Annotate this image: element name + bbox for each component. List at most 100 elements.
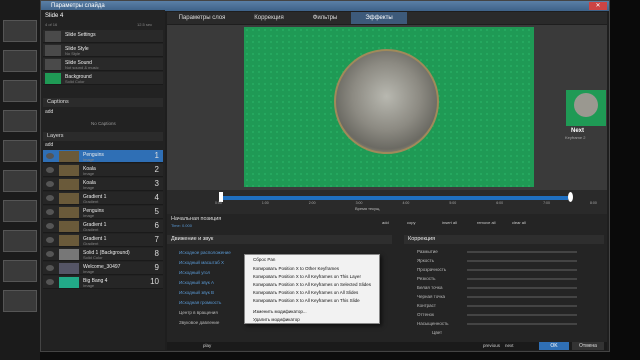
context-menu-item[interactable]: Удалить модификатор [253, 317, 300, 322]
correction-slider[interactable] [467, 314, 577, 316]
context-menu-item[interactable]: Копировать Position X to All Keyframes o… [253, 274, 361, 279]
correction-slider[interactable] [467, 305, 577, 307]
layer-row[interactable]: Penguins Image 5 [43, 206, 163, 219]
layer-row[interactable]: Koala Image 3 [43, 178, 163, 191]
timeline-tick-label: 5:00 [449, 201, 457, 205]
background-thumb [3, 260, 37, 282]
correction-slider[interactable] [467, 296, 577, 298]
next-slide-thumb[interactable] [566, 90, 606, 126]
ok-button[interactable]: OK [539, 342, 569, 350]
eye-icon[interactable] [46, 279, 54, 285]
background-thumb [3, 140, 37, 162]
layer-row[interactable]: Welcome_30497 Image 9 [43, 262, 163, 275]
next-label: Next [571, 128, 585, 134]
correction-slider[interactable] [467, 269, 577, 271]
settings-icon [45, 31, 61, 42]
eye-icon[interactable] [46, 167, 54, 173]
correction-prop: Размытие [417, 249, 438, 254]
tab-effects[interactable]: Эффекты [351, 12, 407, 24]
layer-row[interactable]: Gradient 1 Gradient 6 [43, 220, 163, 233]
style-icon [45, 45, 61, 56]
slide-settings-row[interactable]: Slide Settings [43, 30, 163, 43]
sound-icon [45, 59, 61, 70]
correction-slider[interactable] [467, 260, 577, 262]
clear-all-button[interactable]: clear all [512, 220, 526, 225]
layer-row[interactable]: Gradient 1 Gradient 7 [43, 234, 163, 247]
correction-prop: Контраст [417, 303, 436, 308]
close-button[interactable]: ✕ [589, 2, 607, 10]
tab-correction[interactable]: Коррекция [239, 12, 299, 24]
layer-row[interactable]: Koala Image 2 [43, 164, 163, 177]
correction-slider[interactable] [467, 251, 577, 253]
correction-slider[interactable] [467, 278, 577, 280]
eye-icon[interactable] [46, 181, 54, 187]
context-menu-item[interactable]: Копировать Position X to Other Keyframes [253, 266, 339, 271]
layer-thumb [59, 277, 79, 288]
slide-duration: 12.5 sec [137, 22, 153, 27]
slide-counter: 4 of 16 [45, 22, 58, 27]
motion-prop: Исходный звук А [179, 280, 215, 285]
row-title: Slide Settings [65, 32, 96, 38]
context-menu-item[interactable]: Сброс Pan [253, 257, 275, 262]
layer-number: 6 [154, 221, 159, 230]
slide-canvas[interactable] [244, 27, 534, 187]
layer-row[interactable]: Solid 1 (Background) Solid Color 8 [43, 248, 163, 261]
next-sub: Keyframe 2 [565, 135, 586, 140]
slide-sound-row[interactable]: Slide Sound Not sound & music [43, 58, 163, 71]
insert-all-button[interactable]: insert all [442, 220, 457, 225]
tab-layer-settings[interactable]: Параметры слоя [167, 12, 237, 24]
correction-header: Коррекция [404, 235, 604, 244]
right-edge [610, 0, 640, 360]
play-button[interactable]: play [203, 343, 211, 348]
context-menu-item[interactable]: Копировать Position X to All Keyframes o… [253, 298, 360, 303]
row-subtitle: Solid Color [65, 79, 85, 84]
context-menu: Сброс Pan Копировать Position X to Other… [244, 254, 380, 324]
preview-area: Next Keyframe 2 [167, 25, 607, 195]
layer-thumb [59, 263, 79, 274]
koala-image[interactable] [334, 49, 439, 154]
timeline-marker-label: Время текущ. [355, 206, 381, 211]
timeline-tick-label: 3:00 [355, 201, 363, 205]
slide-style-row[interactable]: Slide Style No Style [43, 44, 163, 57]
tab-filters[interactable]: Фильтры [301, 12, 349, 24]
motion-prop: Исходная громкость [179, 300, 222, 305]
correction-prop: Яркость [417, 258, 434, 263]
layer-type: Image [83, 157, 95, 162]
eye-icon[interactable] [46, 153, 54, 159]
layer-thumb [59, 207, 79, 218]
correction-slider[interactable] [467, 323, 577, 325]
cancel-button[interactable]: Отмена [572, 342, 604, 350]
correction-slider[interactable] [467, 287, 577, 289]
timeline[interactable]: Время текущ. 0:00 1:00 2:00 3:00 4:00 5:00 6:0… [167, 190, 607, 214]
layer-row[interactable]: Penguins Image 1 [43, 150, 163, 163]
eye-icon[interactable] [46, 209, 54, 215]
background-thumb [3, 20, 37, 42]
layer-thumb [59, 165, 79, 176]
eye-icon[interactable] [46, 223, 54, 229]
eye-icon[interactable] [46, 237, 54, 243]
eye-icon[interactable] [46, 251, 54, 257]
context-menu-item[interactable]: Изменить модификатор... [253, 309, 307, 314]
copy-keyframe-button[interactable]: copy [407, 220, 415, 225]
add-layer-button[interactable]: add [45, 142, 53, 148]
previous-button[interactable]: previous [483, 343, 500, 348]
timeline-playhead[interactable] [567, 192, 573, 202]
remove-all-button[interactable]: remove all [477, 220, 495, 225]
motion-prop: Исходный звук В [179, 290, 215, 295]
timeline-tick-label: 6:00 [496, 201, 504, 205]
slide-name: Slide 4 [45, 13, 64, 19]
add-keyframe-button[interactable]: add [382, 220, 389, 225]
next-button[interactable]: next [505, 343, 514, 348]
background-row[interactable]: Background Solid Color [43, 72, 163, 85]
add-caption-button[interactable]: add [45, 109, 53, 115]
layer-row[interactable]: Big Bang 4 Image 10 [43, 276, 163, 289]
context-menu-item[interactable]: Копировать Position X to All Keyframes o… [253, 282, 371, 287]
correction-prop: Насыщенность [417, 321, 449, 326]
eye-icon[interactable] [46, 195, 54, 201]
layer-number: 1 [154, 151, 159, 160]
eye-icon[interactable] [46, 265, 54, 271]
context-menu-item[interactable]: Копировать Position X to All Keyframes o… [253, 290, 358, 295]
row-subtitle: Not sound & music [65, 65, 99, 70]
layer-row[interactable]: Gradient 1 Gradient 4 [43, 192, 163, 205]
correction-prop: Черная точка [417, 294, 446, 299]
